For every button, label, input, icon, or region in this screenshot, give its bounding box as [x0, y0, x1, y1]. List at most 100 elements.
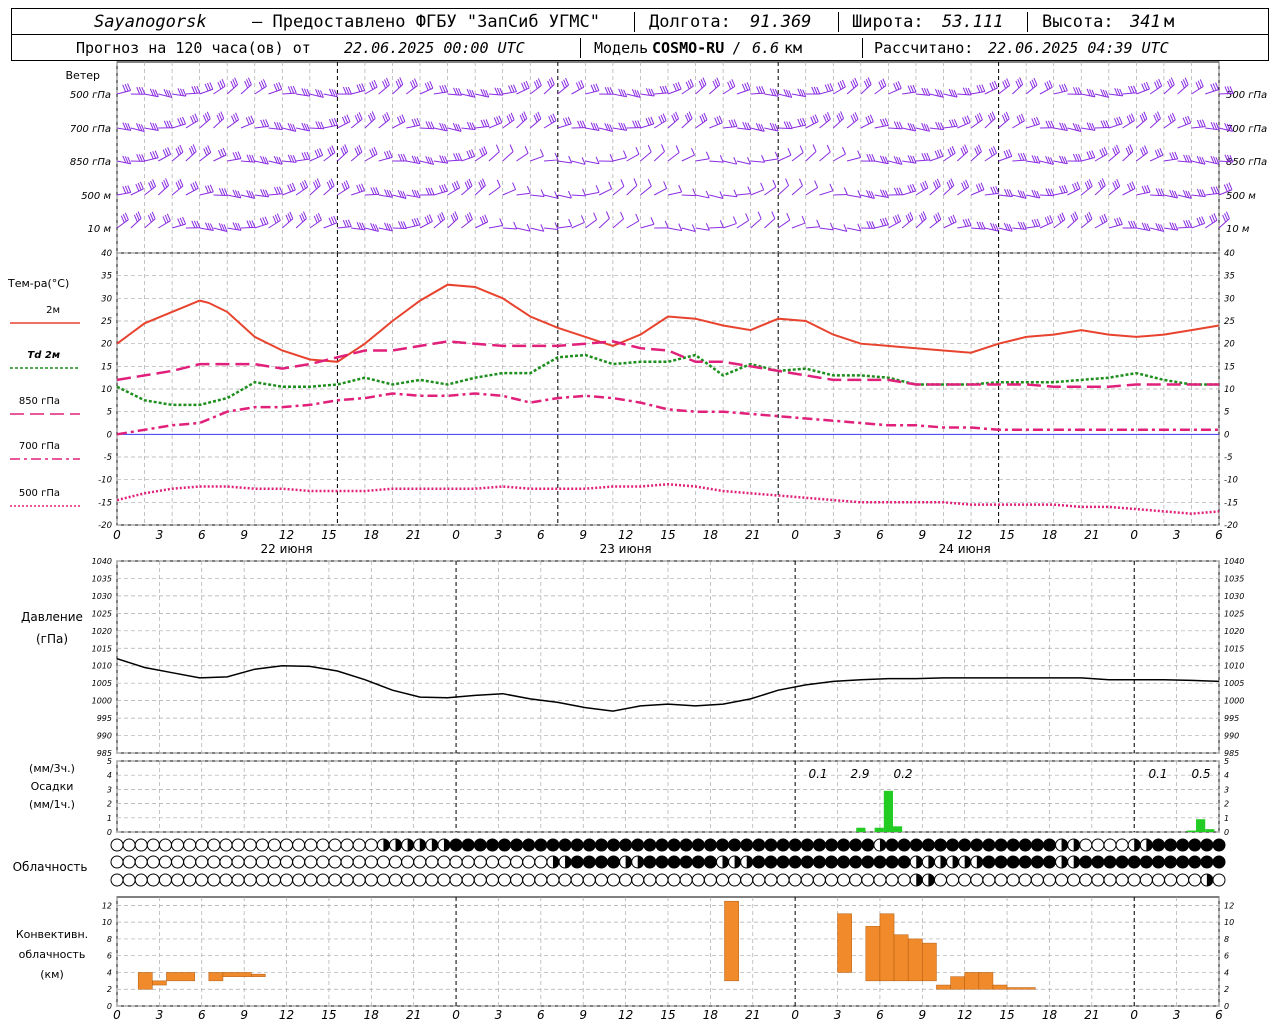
precip-tick-label-right: 4	[1224, 771, 1229, 780]
wind-barb-flag	[444, 84, 449, 93]
wind-barb-flag	[1063, 185, 1068, 193]
wind-barb-flag	[194, 181, 199, 189]
wind-barb-flag	[1116, 117, 1121, 125]
wind-barb	[227, 227, 242, 231]
wind-barb-flag	[304, 179, 309, 188]
wind-barb	[447, 127, 462, 132]
cloud-symbol-clear	[122, 855, 136, 869]
wind-barb-flag	[495, 144, 500, 152]
wind-barb-flag	[1171, 112, 1176, 121]
wind-barb-flag	[567, 116, 572, 125]
precip-tick-label-right: 3	[1224, 785, 1229, 794]
wind-barb-flag	[771, 211, 776, 219]
convective-bar	[964, 972, 980, 990]
wind-barb-flag	[235, 112, 240, 121]
wind-barb-flag	[369, 149, 374, 157]
cloud-symbol-clear	[970, 873, 984, 887]
cloud-symbol-clear	[280, 838, 294, 852]
wind-barb-flag	[952, 214, 957, 223]
time-tick-label-bottom: 9	[579, 1008, 587, 1022]
wind-barb	[943, 125, 958, 129]
wind-barb-flag	[426, 215, 431, 223]
cloud-symbol-overcast	[752, 838, 766, 852]
wind-barb-flag	[975, 184, 980, 192]
wind-barb-flag	[1118, 217, 1123, 225]
cloud-symbol-overcast	[837, 838, 851, 852]
cloud-symbol-clear	[582, 873, 596, 887]
wind-barb-flag	[148, 182, 153, 190]
wind-barb	[599, 127, 613, 132]
wind-barb	[1026, 225, 1041, 229]
wind-barb	[488, 224, 503, 229]
time-tick-label: 12	[279, 528, 294, 542]
wind-barb-flag	[701, 114, 706, 122]
wind-barb-flag	[895, 215, 899, 223]
cloud-symbol-clear	[1115, 873, 1129, 887]
day-label: 22 июня	[261, 542, 313, 556]
wind-barb-flag	[120, 215, 125, 223]
wind-barb-flag	[907, 185, 912, 193]
time-tick-label: 0	[452, 528, 460, 542]
wind-barb-flag	[1063, 83, 1068, 92]
cloud-symbol-overcast	[788, 855, 802, 869]
time-tick-label-bottom: 21	[745, 1008, 760, 1022]
cloud-symbol-clear	[558, 873, 572, 887]
wind-barb-flag	[1212, 83, 1217, 91]
wind-barb	[199, 227, 214, 232]
wind-barb-flag	[209, 82, 214, 90]
cloud-symbol-clear	[352, 873, 366, 887]
wind-barb-flag	[1144, 185, 1149, 193]
wind-barb	[543, 159, 559, 162]
wind-barb-flag	[262, 79, 267, 87]
wind-barb	[461, 93, 476, 98]
wind-barb-flag	[595, 185, 600, 193]
wind-barb	[736, 89, 751, 95]
cloud-symbol-clear	[546, 873, 560, 887]
temp-tick-label-right: -5	[1224, 453, 1232, 463]
cloud-symbol-clear	[1030, 873, 1044, 887]
cloud-symbol-overcast	[522, 838, 536, 852]
time-tick-label-bottom: 6	[876, 1008, 884, 1022]
wind-barb-flag	[524, 145, 529, 154]
cloud-symbol-partial-fill	[952, 856, 959, 868]
cloud-symbol-overcast	[582, 838, 596, 852]
wind-barb-flag	[278, 82, 283, 90]
time-tick-label-bottom: 3	[1173, 1008, 1181, 1022]
wind-barb-flag	[1201, 216, 1206, 224]
cloud-symbol-partial-fill	[1061, 856, 1068, 868]
wind-barb	[874, 160, 889, 165]
wind-barb	[488, 151, 500, 162]
wind-barb	[433, 91, 448, 95]
cloud-symbol-clear	[607, 873, 621, 887]
wind-barb	[268, 160, 283, 165]
wind-barb-flag	[882, 118, 887, 126]
cloud-symbol-overcast	[667, 855, 681, 869]
time-tick-label: 0	[1130, 528, 1138, 542]
wind-barb-flag	[508, 85, 512, 93]
cloud-symbol-overcast	[510, 838, 524, 852]
wind-barb	[351, 89, 365, 95]
wind-barb-flag	[373, 79, 378, 88]
cloud-symbol-partial-fill	[916, 874, 923, 886]
wind-barb-flag	[1116, 217, 1121, 226]
wind-barb	[502, 227, 517, 230]
wind-barb-flag	[964, 116, 969, 124]
time-tick-label-bottom: 6	[1215, 1008, 1223, 1022]
wind-barb	[571, 221, 585, 229]
cloud-symbol-overcast	[837, 855, 851, 869]
cloud-symbol-clear	[425, 855, 439, 869]
wind-barb	[709, 226, 724, 229]
wind-barb-flag	[303, 152, 308, 160]
wind-barb-flag	[829, 83, 834, 91]
wind-barb	[585, 191, 600, 196]
wind-barb-flag	[647, 144, 652, 153]
wind-barb-flag	[274, 214, 279, 223]
wind-barb	[116, 90, 131, 95]
cloud-symbol-clear	[1139, 873, 1153, 887]
cloud-symbol-overcast	[607, 855, 621, 869]
precip-total-label: 0.1	[1148, 767, 1167, 781]
cloud-symbol-clear	[171, 838, 185, 852]
cloud-symbol-clear	[1164, 873, 1178, 887]
wind-barb	[998, 155, 1012, 162]
wind-barb	[791, 222, 806, 229]
